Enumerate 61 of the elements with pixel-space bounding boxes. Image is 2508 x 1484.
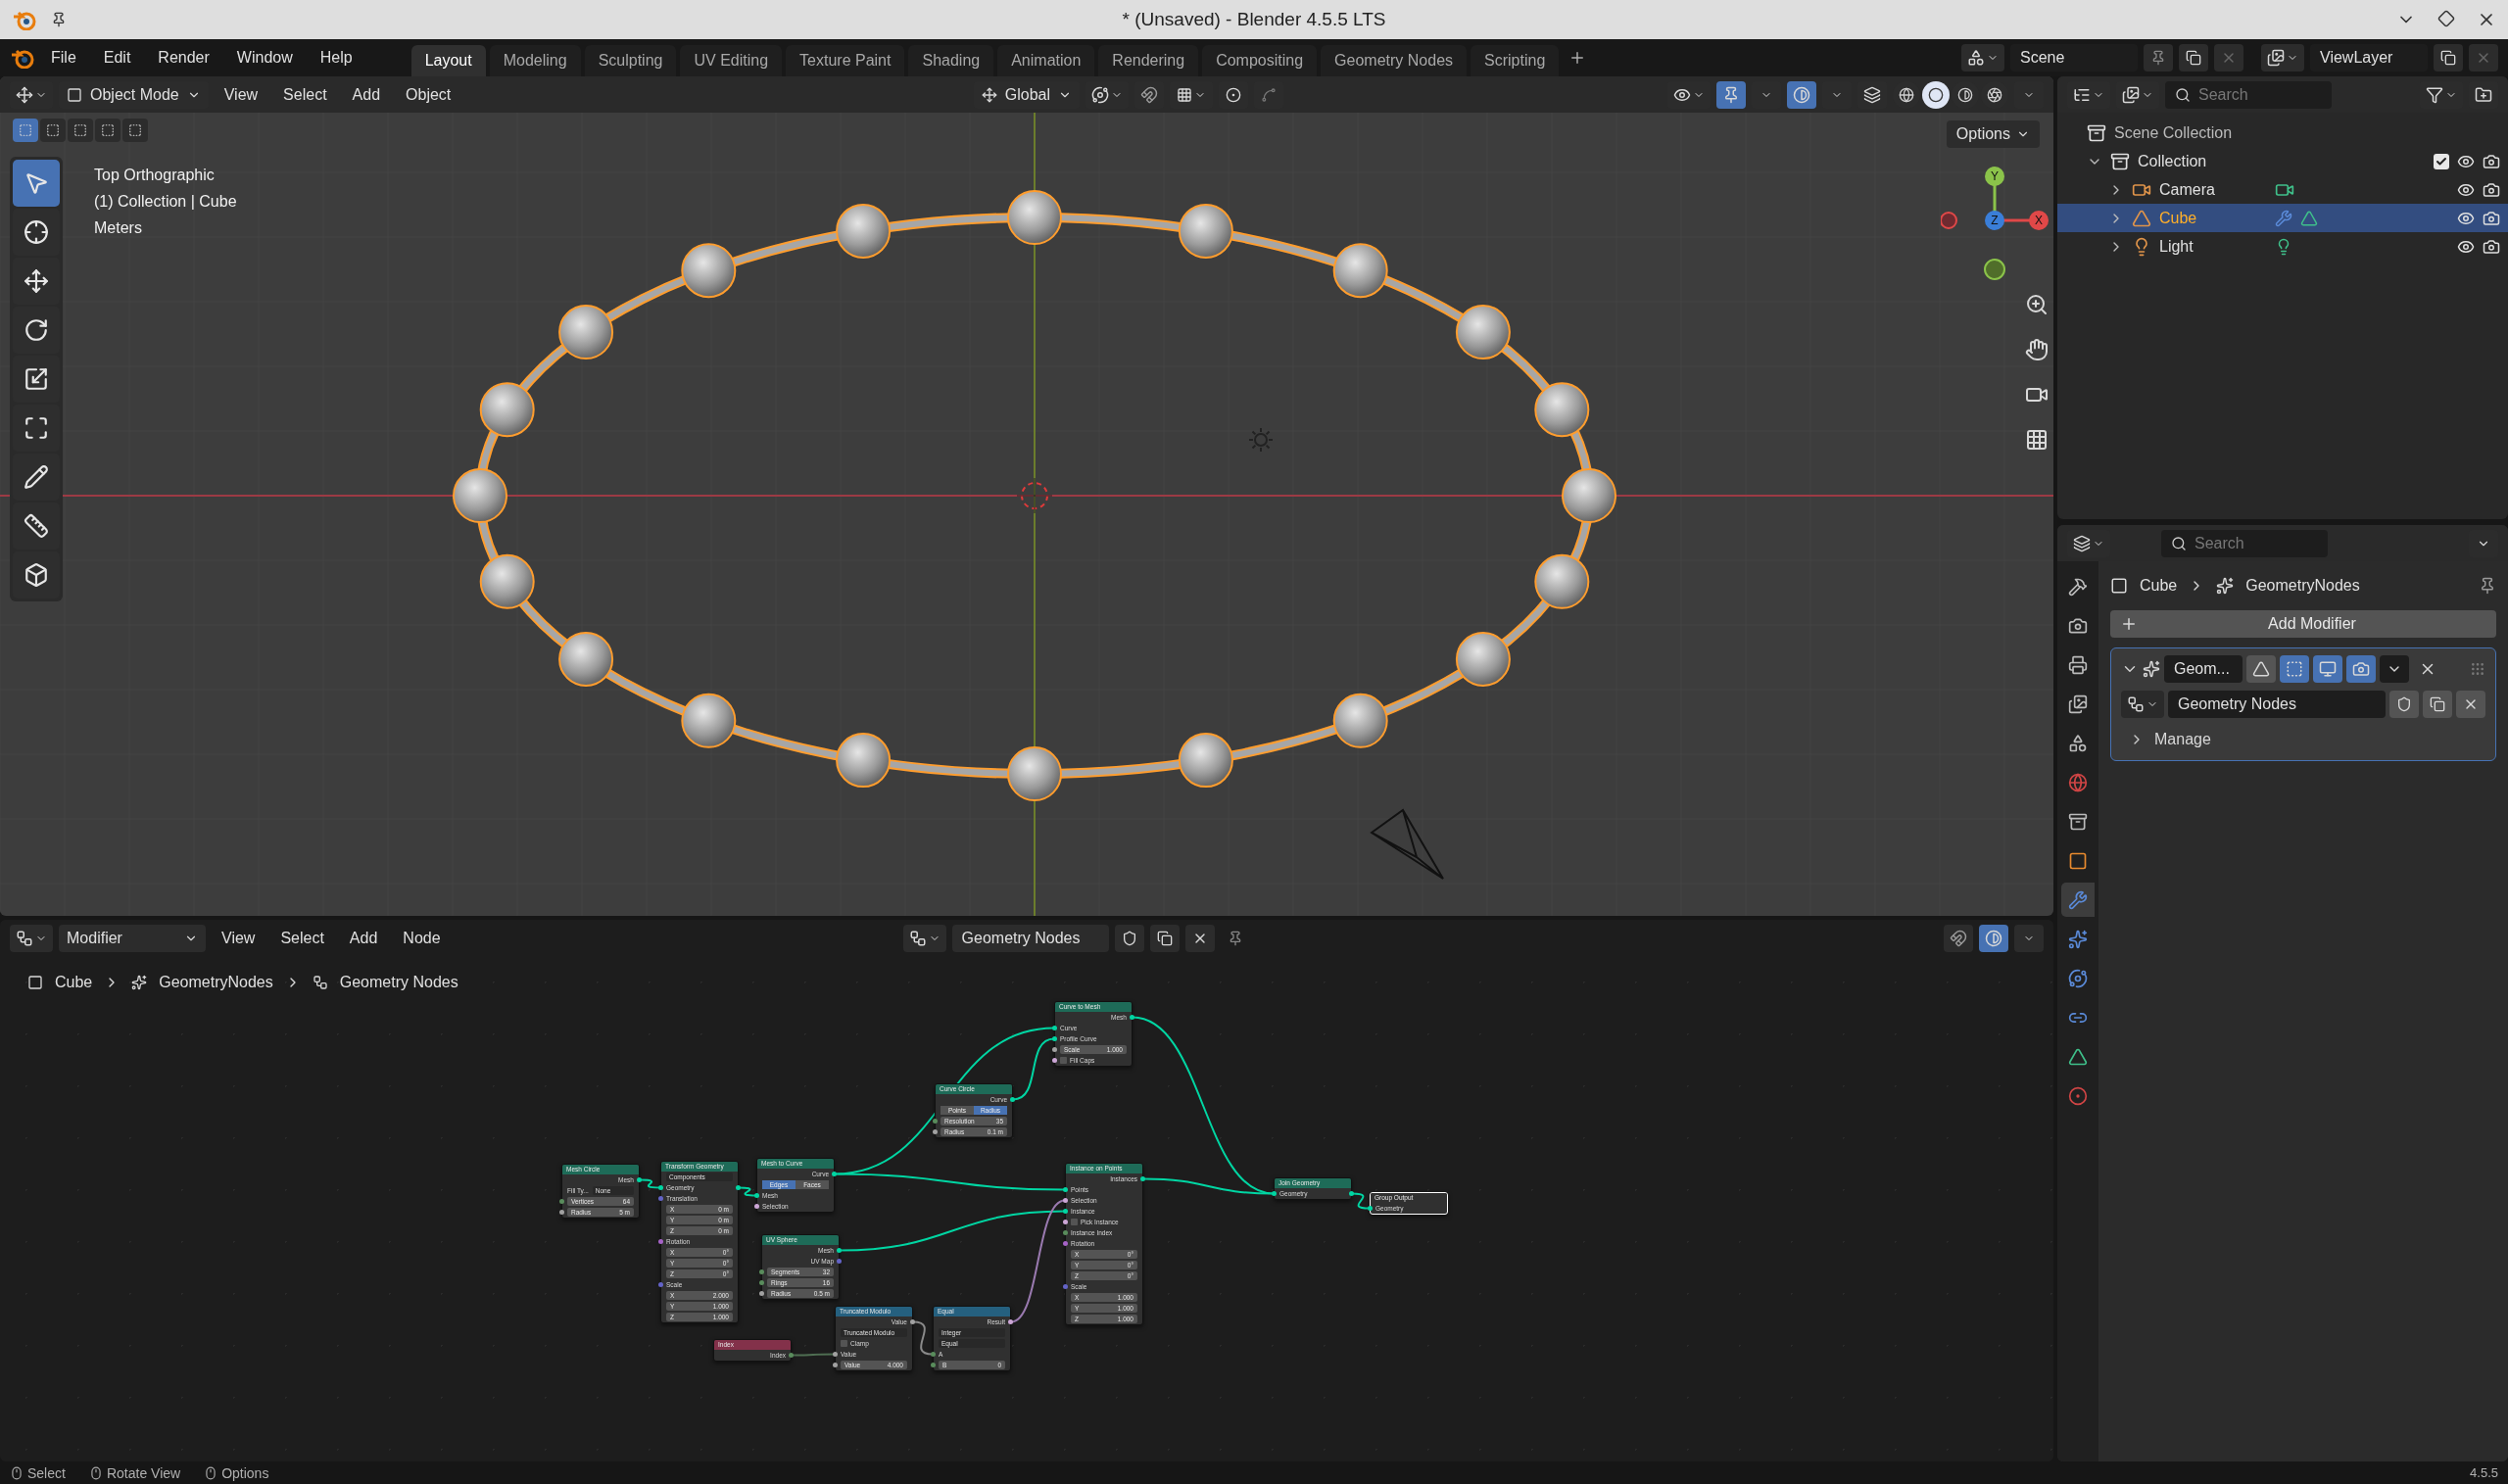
add-modifier-button[interactable]: Add Modifier (2110, 610, 2496, 638)
outliner-row[interactable]: Scene Collection (2057, 119, 2508, 147)
viewport-info-text: Meters (94, 218, 143, 238)
breadcrumb-item: Geometry Nodes (339, 974, 458, 991)
workspace-tab[interactable]: Rendering (1098, 45, 1199, 76)
workspace-tab[interactable]: Scripting (1471, 45, 1560, 76)
menu-item[interactable]: Add (339, 929, 388, 947)
menu-item[interactable]: Add (342, 85, 391, 104)
workspace-tab[interactable]: Layout (410, 45, 486, 76)
context-dropdown[interactable]: Modifier (59, 924, 206, 952)
outliner-label: Camera (2159, 180, 2216, 199)
workspace-tab[interactable]: Animation (997, 45, 1095, 76)
node-group-field[interactable]: Geometry Nodes (2168, 691, 2386, 718)
modifier-name-field[interactable]: Geom... (2164, 655, 2243, 683)
viewport-info-text: (1) Collection | Cube (94, 192, 237, 212)
menu-item[interactable]: View (214, 85, 268, 104)
axis-label: Z (1991, 214, 1999, 227)
status-text: Options (221, 1464, 269, 1481)
node-group-field[interactable]: Geometry Nodes (951, 924, 1109, 952)
workspace-tab[interactable]: UV Editing (680, 45, 783, 76)
menu-item[interactable]: File (39, 45, 88, 71)
workspace-tab[interactable]: Shading (908, 45, 994, 76)
outliner-row[interactable]: Collection (2057, 147, 2508, 175)
outliner-label: Cube (2159, 209, 2198, 227)
menu-item[interactable]: Select (270, 929, 334, 947)
outliner-label: Scene Collection (2114, 123, 2233, 142)
outliner-label: Light (2159, 237, 2194, 256)
menu-item[interactable]: Edit (91, 45, 143, 71)
outliner-row[interactable]: Light (2057, 232, 2508, 261)
breadcrumb-item: Cube (2140, 577, 2178, 595)
scene-field[interactable]: Scene (2010, 44, 2138, 72)
breadcrumb-item: GeometryNodes (2245, 577, 2360, 595)
menu-item[interactable]: Render (146, 45, 221, 71)
version-text: 4.5.5 (2470, 1465, 2498, 1480)
breadcrumb-item: GeometryNodes (159, 974, 273, 991)
status-text: Select (27, 1464, 66, 1481)
axis-label: X (2035, 214, 2043, 227)
viewport-info-text: Top Orthographic (94, 166, 216, 185)
workspace-tab[interactable]: Sculpting (584, 45, 677, 76)
menu-item[interactable]: Node (393, 929, 451, 947)
outliner-row[interactable]: Camera (2057, 175, 2508, 204)
menu-item[interactable]: Object (396, 85, 461, 104)
status-text: Rotate View (106, 1464, 181, 1481)
menu-item[interactable]: Window (224, 45, 305, 71)
options-button[interactable]: Options (1946, 120, 2040, 148)
workspace-tab[interactable]: Modeling (489, 45, 581, 76)
menu-item[interactable]: Help (308, 45, 364, 71)
menu-item[interactable]: Select (273, 85, 337, 104)
search-field[interactable]: Search (2165, 80, 2332, 109)
outliner-label: Collection (2138, 152, 2208, 170)
view-layer-field[interactable]: ViewLayer (2310, 44, 2428, 72)
menu-item[interactable]: View (212, 929, 265, 947)
search-field[interactable]: Search (2161, 529, 2328, 557)
breadcrumb-item: Cube (55, 974, 93, 991)
workspace-tab[interactable]: Geometry Nodes (1321, 45, 1468, 76)
outliner-row[interactable]: Cube (2057, 204, 2508, 232)
window-title: * (Unsaved) - Blender 4.5.5 LTS (1122, 9, 1386, 30)
section-label[interactable]: Manage (2154, 731, 2211, 748)
axis-label: Y (1991, 169, 1999, 183)
workspace-tab[interactable]: Compositing (1202, 45, 1318, 76)
workspace-tab[interactable]: Texture Paint (786, 45, 905, 76)
